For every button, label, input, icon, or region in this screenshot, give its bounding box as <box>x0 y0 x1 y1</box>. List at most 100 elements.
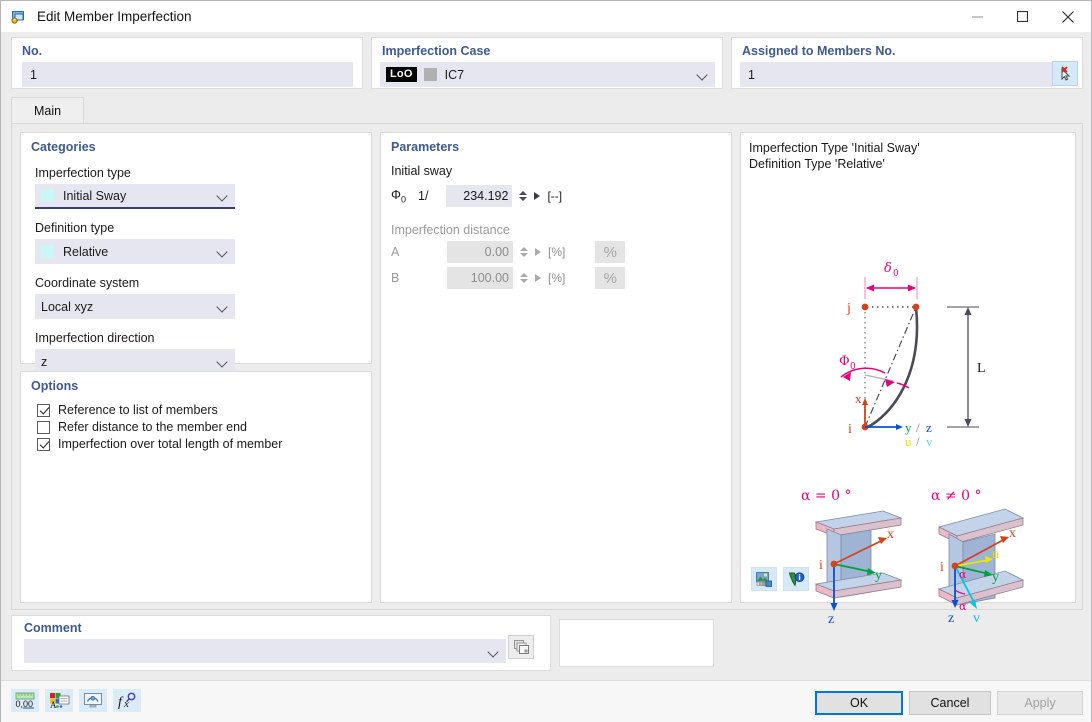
load-case-badge: LoO <box>386 67 417 82</box>
ok-button[interactable]: OK <box>815 691 903 715</box>
svg-text:i: i <box>819 558 823 573</box>
coordinate-system-select[interactable]: Local xyz <box>35 294 235 319</box>
comment-side-panel <box>559 619 714 667</box>
checkbox-icon <box>37 420 50 434</box>
distance-a-value: 0.00 <box>484 245 509 259</box>
expand-arrow-icon <box>535 274 541 282</box>
svg-text:y: y <box>905 420 912 435</box>
distance-b-input: 100.00 <box>447 267 513 289</box>
imperfection-case-value: IC7 <box>444 67 465 82</box>
svg-text:A: A <box>50 700 57 709</box>
display-properties-button[interactable]: A <box>45 689 73 712</box>
comment-library-button[interactable] <box>508 635 534 659</box>
options-title: Options <box>31 379 79 393</box>
chevron-down-icon <box>218 192 229 199</box>
svg-text:α: α <box>959 568 967 581</box>
cancel-button[interactable]: Cancel <box>909 691 991 715</box>
formula-button[interactable]: f x <box>113 689 141 712</box>
svg-text:x: x <box>887 527 894 542</box>
number-group: No. 1 <box>11 37 363 89</box>
dialog-window: Edit Member Imperfection No. 1 Imperfect… <box>0 0 1092 722</box>
chevron-down-icon <box>698 71 709 78</box>
svg-text:i: i <box>940 560 944 575</box>
close-button[interactable] <box>1045 1 1091 32</box>
option-label: Refer distance to the member end <box>58 420 247 434</box>
preview-caption-line2: Definition Type 'Relative' <box>749 157 885 171</box>
svg-text:u: u <box>992 547 999 562</box>
imperfection-type-label: Imperfection type <box>35 166 131 180</box>
option-total-length[interactable]: Imperfection over total length of member <box>37 437 282 451</box>
maximize-button[interactable] <box>1000 1 1045 32</box>
expand-arrow-icon[interactable] <box>534 192 541 200</box>
svg-text:j: j <box>846 301 851 316</box>
phi-symbol: Φ0 <box>391 187 406 205</box>
assigned-members-input[interactable]: 1 <box>740 62 1052 87</box>
title-bar: Edit Member Imperfection <box>1 1 1091 32</box>
svg-text:i: i <box>848 422 852 437</box>
svg-text:y: y <box>992 570 999 585</box>
svg-text:z: z <box>828 612 834 623</box>
assigned-members-label: Assigned to Members No. <box>742 44 896 58</box>
imperfection-type-value: Initial Sway <box>63 188 127 203</box>
initial-sway-input[interactable]: 234.192 <box>446 185 513 207</box>
imperfection-case-select[interactable]: LoO IC7 <box>380 62 715 87</box>
initial-sway-value: 234.192 <box>463 189 509 203</box>
imperfection-distance-row-b: B 100.00 [%] % <box>391 267 626 289</box>
svg-text:x: x <box>855 391 862 406</box>
option-refer-distance[interactable]: Refer distance to the member end <box>37 420 282 434</box>
spinner-icon[interactable] <box>517 191 528 201</box>
tab-strip: Main <box>11 97 1083 123</box>
number-input[interactable]: 1 <box>22 62 353 87</box>
svg-text:0,: 0, <box>16 699 24 709</box>
distance-a-unit: [%] <box>548 245 566 259</box>
view-settings-button[interactable] <box>79 689 107 712</box>
percent-button-a: % <box>595 241 626 263</box>
imperfection-direction-label: Imperfection direction <box>35 331 155 345</box>
distance-b-label: B <box>391 271 400 285</box>
definition-type-swatch <box>41 245 54 258</box>
percent-button-b: % <box>595 267 626 289</box>
coordinate-system-value: Local xyz <box>41 299 94 314</box>
initial-sway-row: Φ0 1/ 234.192 [--] <box>391 185 562 207</box>
inverse-prefix: 1/ <box>418 189 429 203</box>
imperfection-distance-label: Imperfection distance <box>391 223 510 237</box>
svg-text:x: x <box>1009 526 1016 541</box>
image-settings-button[interactable] <box>751 567 777 591</box>
minimize-button[interactable] <box>955 1 1000 32</box>
window-title: Edit Member Imperfection <box>37 9 192 24</box>
svg-text:L: L <box>977 361 986 376</box>
apply-button: Apply <box>997 691 1083 715</box>
option-label: Reference to list of members <box>58 403 218 417</box>
tab-main[interactable]: Main <box>11 97 85 123</box>
pick-members-button[interactable] <box>1052 61 1078 86</box>
parameters-group: Parameters Initial sway Φ0 1/ 234.192 [-… <box>380 132 732 603</box>
definition-type-value: Relative <box>63 244 109 259</box>
svg-text:v: v <box>973 611 980 623</box>
svg-text:α = 0 °: α = 0 ° <box>801 488 851 504</box>
window-controls <box>955 1 1091 32</box>
svg-text:y: y <box>875 568 882 583</box>
comment-input[interactable] <box>24 639 506 663</box>
distance-a-label: A <box>391 245 400 259</box>
svg-text:α: α <box>959 600 967 613</box>
beam-diagram-alpha-zero: α = 0 ° x y z i <box>801 488 903 623</box>
categories-group: Categories Imperfection type Initial Swa… <box>20 132 372 374</box>
definition-type-label: Definition type <box>35 221 115 235</box>
member-imperfection-icon <box>10 8 28 26</box>
preview-group: Imperfection Type 'Initial Sway' Definit… <box>740 132 1076 623</box>
number-format-button[interactable]: 0, 00 <box>11 689 39 712</box>
spinner-icon <box>518 273 529 283</box>
option-reference-to-list[interactable]: Reference to list of members <box>37 403 282 417</box>
options-list: Reference to list of members Refer dista… <box>37 403 282 454</box>
svg-text:Φ: Φ <box>839 354 850 369</box>
svg-text:0: 0 <box>893 269 899 279</box>
coordinate-system-label: Coordinate system <box>35 276 140 290</box>
spinner-icon <box>518 247 529 257</box>
initial-sway-unit: [--] <box>547 189 563 203</box>
imperfection-case-label: Imperfection Case <box>382 44 491 58</box>
imperfection-type-select[interactable]: Initial Sway <box>35 184 235 209</box>
number-label: No. <box>22 44 43 58</box>
info-button[interactable] <box>783 567 809 591</box>
definition-type-select[interactable]: Relative <box>35 239 235 264</box>
parameters-title: Parameters <box>391 140 460 154</box>
